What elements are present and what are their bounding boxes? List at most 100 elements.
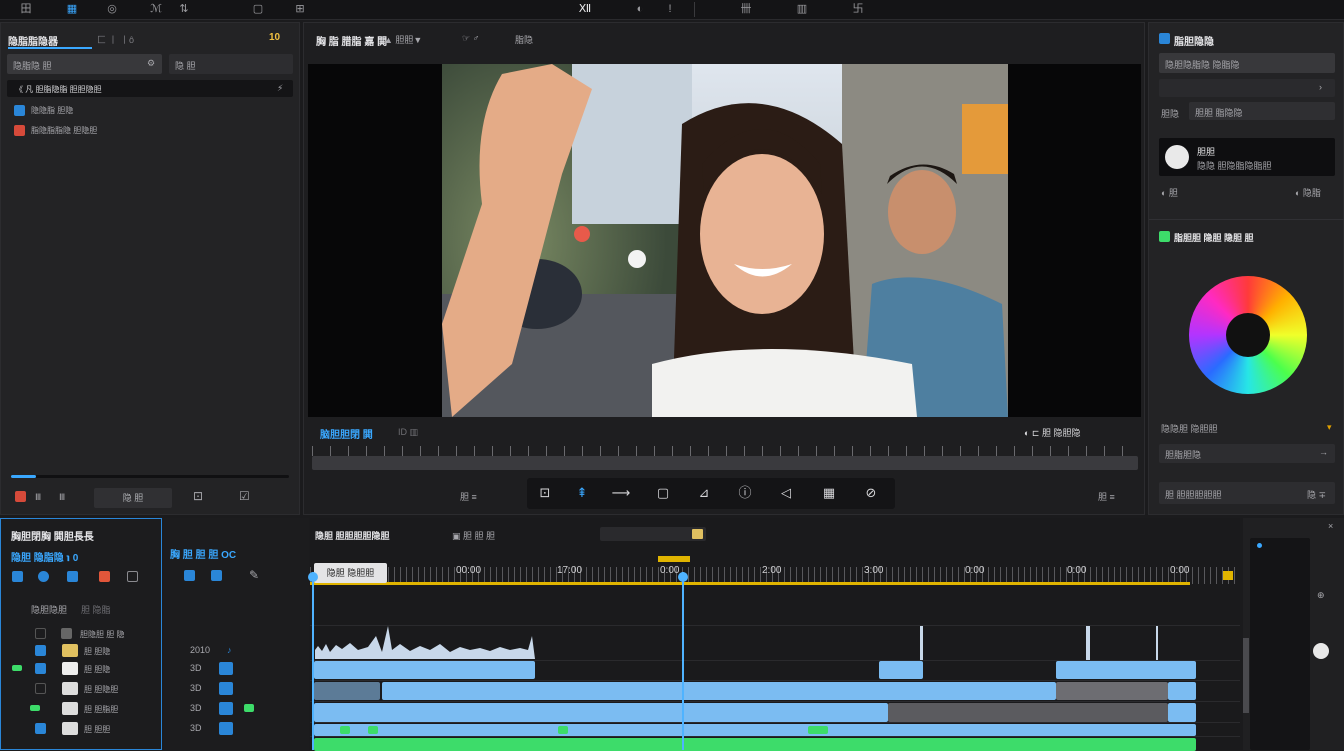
track-control-icon[interactable] <box>184 570 195 581</box>
inspector-field[interactable]: 胆 胆胆胆胆胆 隐 ∓ <box>1159 482 1335 504</box>
audio-clip[interactable] <box>1168 682 1196 700</box>
marker-green[interactable] <box>808 726 828 734</box>
viewer-more[interactable]: 脂隐 <box>515 33 533 46</box>
arrow-tool-icon[interactable]: ⟶ <box>607 480 635 506</box>
track-header-row[interactable]: 胆 胆胆 3D <box>0 720 309 739</box>
track-mute-icon[interactable] <box>219 722 233 735</box>
audio-clip[interactable] <box>1056 682 1168 700</box>
settings-icon[interactable]: ◐ <box>632 2 648 17</box>
marker-green[interactable] <box>340 726 350 734</box>
marker-green[interactable] <box>368 726 378 734</box>
export-icon[interactable]: Ⅻ <box>577 2 593 17</box>
tools-icon[interactable]: 卌 <box>738 2 754 17</box>
scrub-bar[interactable] <box>312 446 1138 470</box>
lock-icon[interactable] <box>35 683 46 694</box>
track-tool-icon[interactable] <box>38 571 49 582</box>
audio-clip[interactable] <box>1168 703 1196 722</box>
track-mute-icon[interactable] <box>219 662 233 675</box>
record-button-icon[interactable] <box>15 491 26 502</box>
filter-icon[interactable]: ⚙ <box>147 58 155 69</box>
track-tool-icon[interactable] <box>67 571 78 582</box>
media-item-selected[interactable]: 《 凡 胆脂隐脂 胆胆隐胆 ⚡ <box>7 80 293 97</box>
track-header-row[interactable]: 胆 胆隐 2010 ♪ <box>0 642 309 661</box>
inspector-value-field[interactable]: 胆胆 脂隐隐 <box>1189 102 1335 120</box>
timeline-search[interactable] <box>600 527 706 541</box>
track-tool-icon[interactable] <box>127 571 138 582</box>
transform-tool-icon[interactable]: ⊿ <box>690 480 718 506</box>
audio-clip[interactable] <box>888 703 1168 722</box>
timeline-title-extra[interactable]: ▣ 胆 胆 胆 <box>452 529 495 542</box>
mixer-control-icon[interactable]: ⊕ <box>1317 590 1325 601</box>
inspector-field[interactable]: 胆脂胆隐 → <box>1159 444 1335 463</box>
zoom-label[interactable]: 胆 ≡ <box>460 490 477 503</box>
dropdown-icon[interactable]: ▾ <box>1327 422 1332 433</box>
scrollbar-thumb[interactable] <box>11 475 36 478</box>
green-clip[interactable] <box>314 738 1196 751</box>
track-tool-icon[interactable] <box>12 571 23 582</box>
scrollbar[interactable] <box>1243 638 1249 713</box>
select-tool-icon[interactable]: ⊡ <box>531 480 559 506</box>
viewer-right-controls[interactable]: ◐ ⊏ 胆 隐胆隐 <box>1024 426 1080 439</box>
list-icon[interactable]: ▥ <box>794 2 810 17</box>
audio-clip[interactable] <box>382 682 1056 700</box>
track-mute-icon[interactable] <box>219 702 233 715</box>
video-clip[interactable] <box>314 661 535 679</box>
grid-view-icon[interactable]: ⊡ <box>193 489 203 503</box>
inspector-row-right[interactable]: ◐ 隐脂 <box>1295 186 1321 199</box>
viewer-title-extra[interactable]: ▲ 胆胆▼ <box>384 33 422 46</box>
pen-icon[interactable]: ✎ <box>249 568 259 582</box>
track-mute-icon[interactable] <box>219 682 233 695</box>
track-toggle-icon[interactable] <box>35 663 46 674</box>
track-control-icon[interactable] <box>211 570 222 581</box>
inspector-row-left[interactable]: ◐ 胆 <box>1161 186 1178 199</box>
layout-icon[interactable]: 田 <box>18 2 34 17</box>
window-icon[interactable]: ▢ <box>250 2 266 17</box>
media-item[interactable]: 隐隐脂 胆隐 <box>7 101 167 120</box>
info-tool-icon[interactable]: ⓘ <box>731 480 759 506</box>
scrollbar[interactable] <box>11 475 289 478</box>
inspector-field-arrow[interactable]: › <box>1159 79 1335 97</box>
inspector-field[interactable]: 隐胆隐脂隐 隐脂隐 <box>1159 53 1335 73</box>
timeline-work-area[interactable] <box>310 582 1190 585</box>
end-marker-icon[interactable] <box>1223 571 1233 580</box>
track-header-row[interactable]: 胆 胆隐胆 3D <box>0 680 309 699</box>
track-header-row[interactable]: 胆 胆隐 3D <box>0 660 309 679</box>
track-tool-icon[interactable] <box>99 571 110 582</box>
checklist-icon[interactable]: ☑ <box>239 489 250 503</box>
video-canvas[interactable] <box>308 64 1141 417</box>
zoom-label[interactable]: 胆 ≡ <box>1098 490 1115 503</box>
color-wheel[interactable] <box>1189 276 1307 394</box>
video-clip[interactable] <box>1056 661 1196 679</box>
playhead-marker[interactable] <box>658 556 690 562</box>
media-bottom-label[interactable]: Ⅲ <box>35 492 41 503</box>
timecode-display[interactable]: 隐胆 隐胆胆 <box>314 563 387 583</box>
search-box-left[interactable]: 隐脂隐 胆 ⚙ <box>7 54 162 74</box>
in-point-handle[interactable] <box>308 572 318 582</box>
mixer-knob[interactable] <box>1313 643 1329 659</box>
search-box-right[interactable]: 隐 胆 <box>169 54 293 74</box>
sort-icon[interactable]: ⇅ <box>176 2 192 17</box>
crop-tool-icon[interactable]: ▢ <box>649 480 677 506</box>
playhead-handle[interactable] <box>678 572 688 582</box>
audio-clip[interactable] <box>314 703 888 722</box>
panels-icon[interactable]: ⊞ <box>292 2 308 17</box>
more-icon[interactable]: 卐 <box>850 2 866 17</box>
viewer-view-options[interactable]: ☞ ♂ <box>462 33 479 44</box>
audio-tool-icon[interactable]: ◁ <box>772 480 800 506</box>
track-toggle-icon[interactable] <box>35 645 46 656</box>
track-fx-icon[interactable] <box>244 704 254 712</box>
audio-clip[interactable] <box>314 724 1196 736</box>
media-bottom-label[interactable]: Ⅲ <box>59 492 65 503</box>
media-panel-tabs[interactable]: 匚 丨 丨ô <box>97 33 134 46</box>
marker-icon[interactable]: ℳ <box>148 2 164 17</box>
video-clip[interactable] <box>879 661 923 679</box>
marker-green[interactable] <box>558 726 568 734</box>
grid-icon[interactable]: ▦ <box>64 2 80 17</box>
track-audio-icon[interactable]: ♪ <box>227 645 232 655</box>
media-import-button[interactable]: 隐 胆 <box>94 488 172 508</box>
record-icon[interactable]: ◎ <box>104 2 120 17</box>
track-header-row[interactable]: 胆 胆脂胆 3D <box>0 700 309 719</box>
link-tool-icon[interactable]: ⊘ <box>857 480 885 506</box>
lock-icon[interactable] <box>35 628 46 639</box>
audio-clip[interactable] <box>314 682 380 700</box>
